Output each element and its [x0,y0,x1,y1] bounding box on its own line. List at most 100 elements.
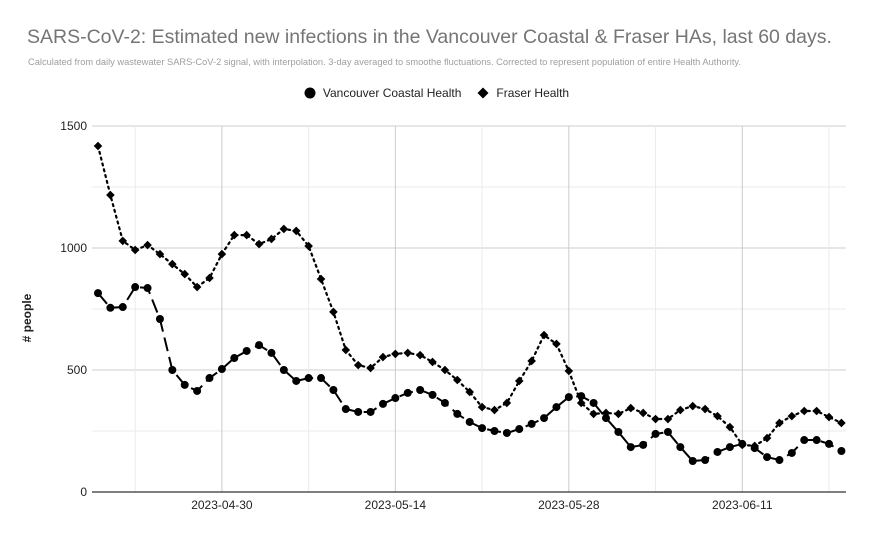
y-tick-label: 1000 [60,241,87,255]
data-point[interactable] [155,315,164,324]
data-point[interactable] [205,374,214,383]
data-point[interactable] [614,409,623,419]
data-point[interactable] [638,408,648,418]
data-point[interactable] [564,366,574,376]
data-point[interactable] [279,224,289,234]
data-point[interactable] [168,366,177,374]
data-point[interactable] [428,390,437,399]
data-point[interactable] [787,448,796,457]
data-point[interactable] [292,376,301,385]
x-tick-label: 2023-06-11 [712,498,773,512]
data-point[interactable] [341,405,350,414]
data-point[interactable] [700,404,710,414]
data-point[interactable] [354,407,363,416]
data-point[interactable] [341,345,351,355]
data-point[interactable] [713,447,722,456]
data-point[interactable] [403,388,412,397]
data-point[interactable] [353,360,363,370]
y-tick-label: 1500 [60,119,87,133]
data-point[interactable] [304,374,313,383]
y-tick-label: 0 [80,485,87,499]
data-point[interactable] [94,289,102,298]
data-point[interactable] [800,436,809,445]
plot-area: 0 500 1000 1500 2023-04-30 2023-05-14 2023-05… [60,119,846,512]
data-point[interactable] [453,409,462,418]
data-point[interactable] [316,274,326,284]
data-point[interactable] [217,249,227,259]
data-point[interactable] [799,406,809,416]
x-tick-label: 2023-05-14 [365,498,427,512]
data-point[interactable] [614,427,623,436]
data-point[interactable] [540,414,549,423]
data-point[interactable] [552,403,561,412]
data-point[interactable] [663,427,672,436]
data-point[interactable] [242,346,251,355]
data-point[interactable] [639,440,648,449]
data-point[interactable] [688,457,697,466]
data-point[interactable] [118,303,127,312]
data-point[interactable] [254,239,264,249]
data-point[interactable] [416,386,425,395]
data-point[interactable] [403,348,413,358]
data-point[interactable] [180,380,189,389]
data-point[interactable] [93,141,103,151]
data-point[interactable] [514,376,524,386]
data-point[interactable] [725,443,734,452]
data-point[interactable] [502,428,511,437]
data-point[interactable] [527,419,536,428]
data-point[interactable] [676,443,685,452]
data-point[interactable] [230,354,239,363]
data-point[interactable] [837,418,846,428]
data-point[interactable] [143,284,152,293]
data-point[interactable] [651,414,660,424]
data-point[interactable] [564,393,573,402]
data-point[interactable] [242,230,251,240]
series-vancouver-coastal [94,283,846,466]
series-line [97,285,842,463]
data-point[interactable] [824,412,834,422]
data-point[interactable] [366,407,375,416]
data-point[interactable] [490,405,499,415]
data-point[interactable] [490,427,499,435]
data-point[interactable] [255,341,264,350]
data-point[interactable] [515,425,524,434]
data-point[interactable] [428,357,437,367]
data-point[interactable] [106,190,115,200]
data-point[interactable] [131,283,140,292]
x-tick-label: 2023-04-30 [191,498,253,512]
data-point[interactable] [825,439,834,448]
data-point[interactable] [391,349,400,359]
data-point[interactable] [217,365,226,374]
y-tick-label: 500 [67,363,87,377]
data-point[interactable] [329,386,338,395]
data-point[interactable] [267,348,276,357]
data-point[interactable] [589,398,598,407]
data-point[interactable] [775,456,784,465]
data-point[interactable] [626,403,636,413]
data-point[interactable] [812,436,821,445]
data-point[interactable] [651,429,660,438]
data-point[interactable] [787,411,797,421]
data-point[interactable] [391,394,400,403]
data-point[interactable] [837,447,846,456]
data-point[interactable] [440,398,449,407]
data-point[interactable] [317,374,326,383]
x-tick-label: 2023-05-28 [538,498,600,512]
data-point[interactable] [688,401,698,411]
data-point[interactable] [478,424,487,433]
data-point[interactable] [465,417,474,426]
data-point[interactable] [589,409,598,419]
data-point[interactable] [279,366,288,374]
series-line [96,144,843,448]
data-point[interactable] [205,273,214,283]
data-point[interactable] [812,406,821,416]
data-point[interactable] [502,398,512,408]
data-point[interactable] [193,386,202,395]
data-point[interactable] [378,399,387,408]
data-point[interactable] [415,350,425,360]
data-point[interactable] [626,443,635,452]
data-point[interactable] [106,303,115,312]
series-fraser [93,141,846,451]
data-point[interactable] [763,453,772,462]
data-point[interactable] [701,456,710,465]
